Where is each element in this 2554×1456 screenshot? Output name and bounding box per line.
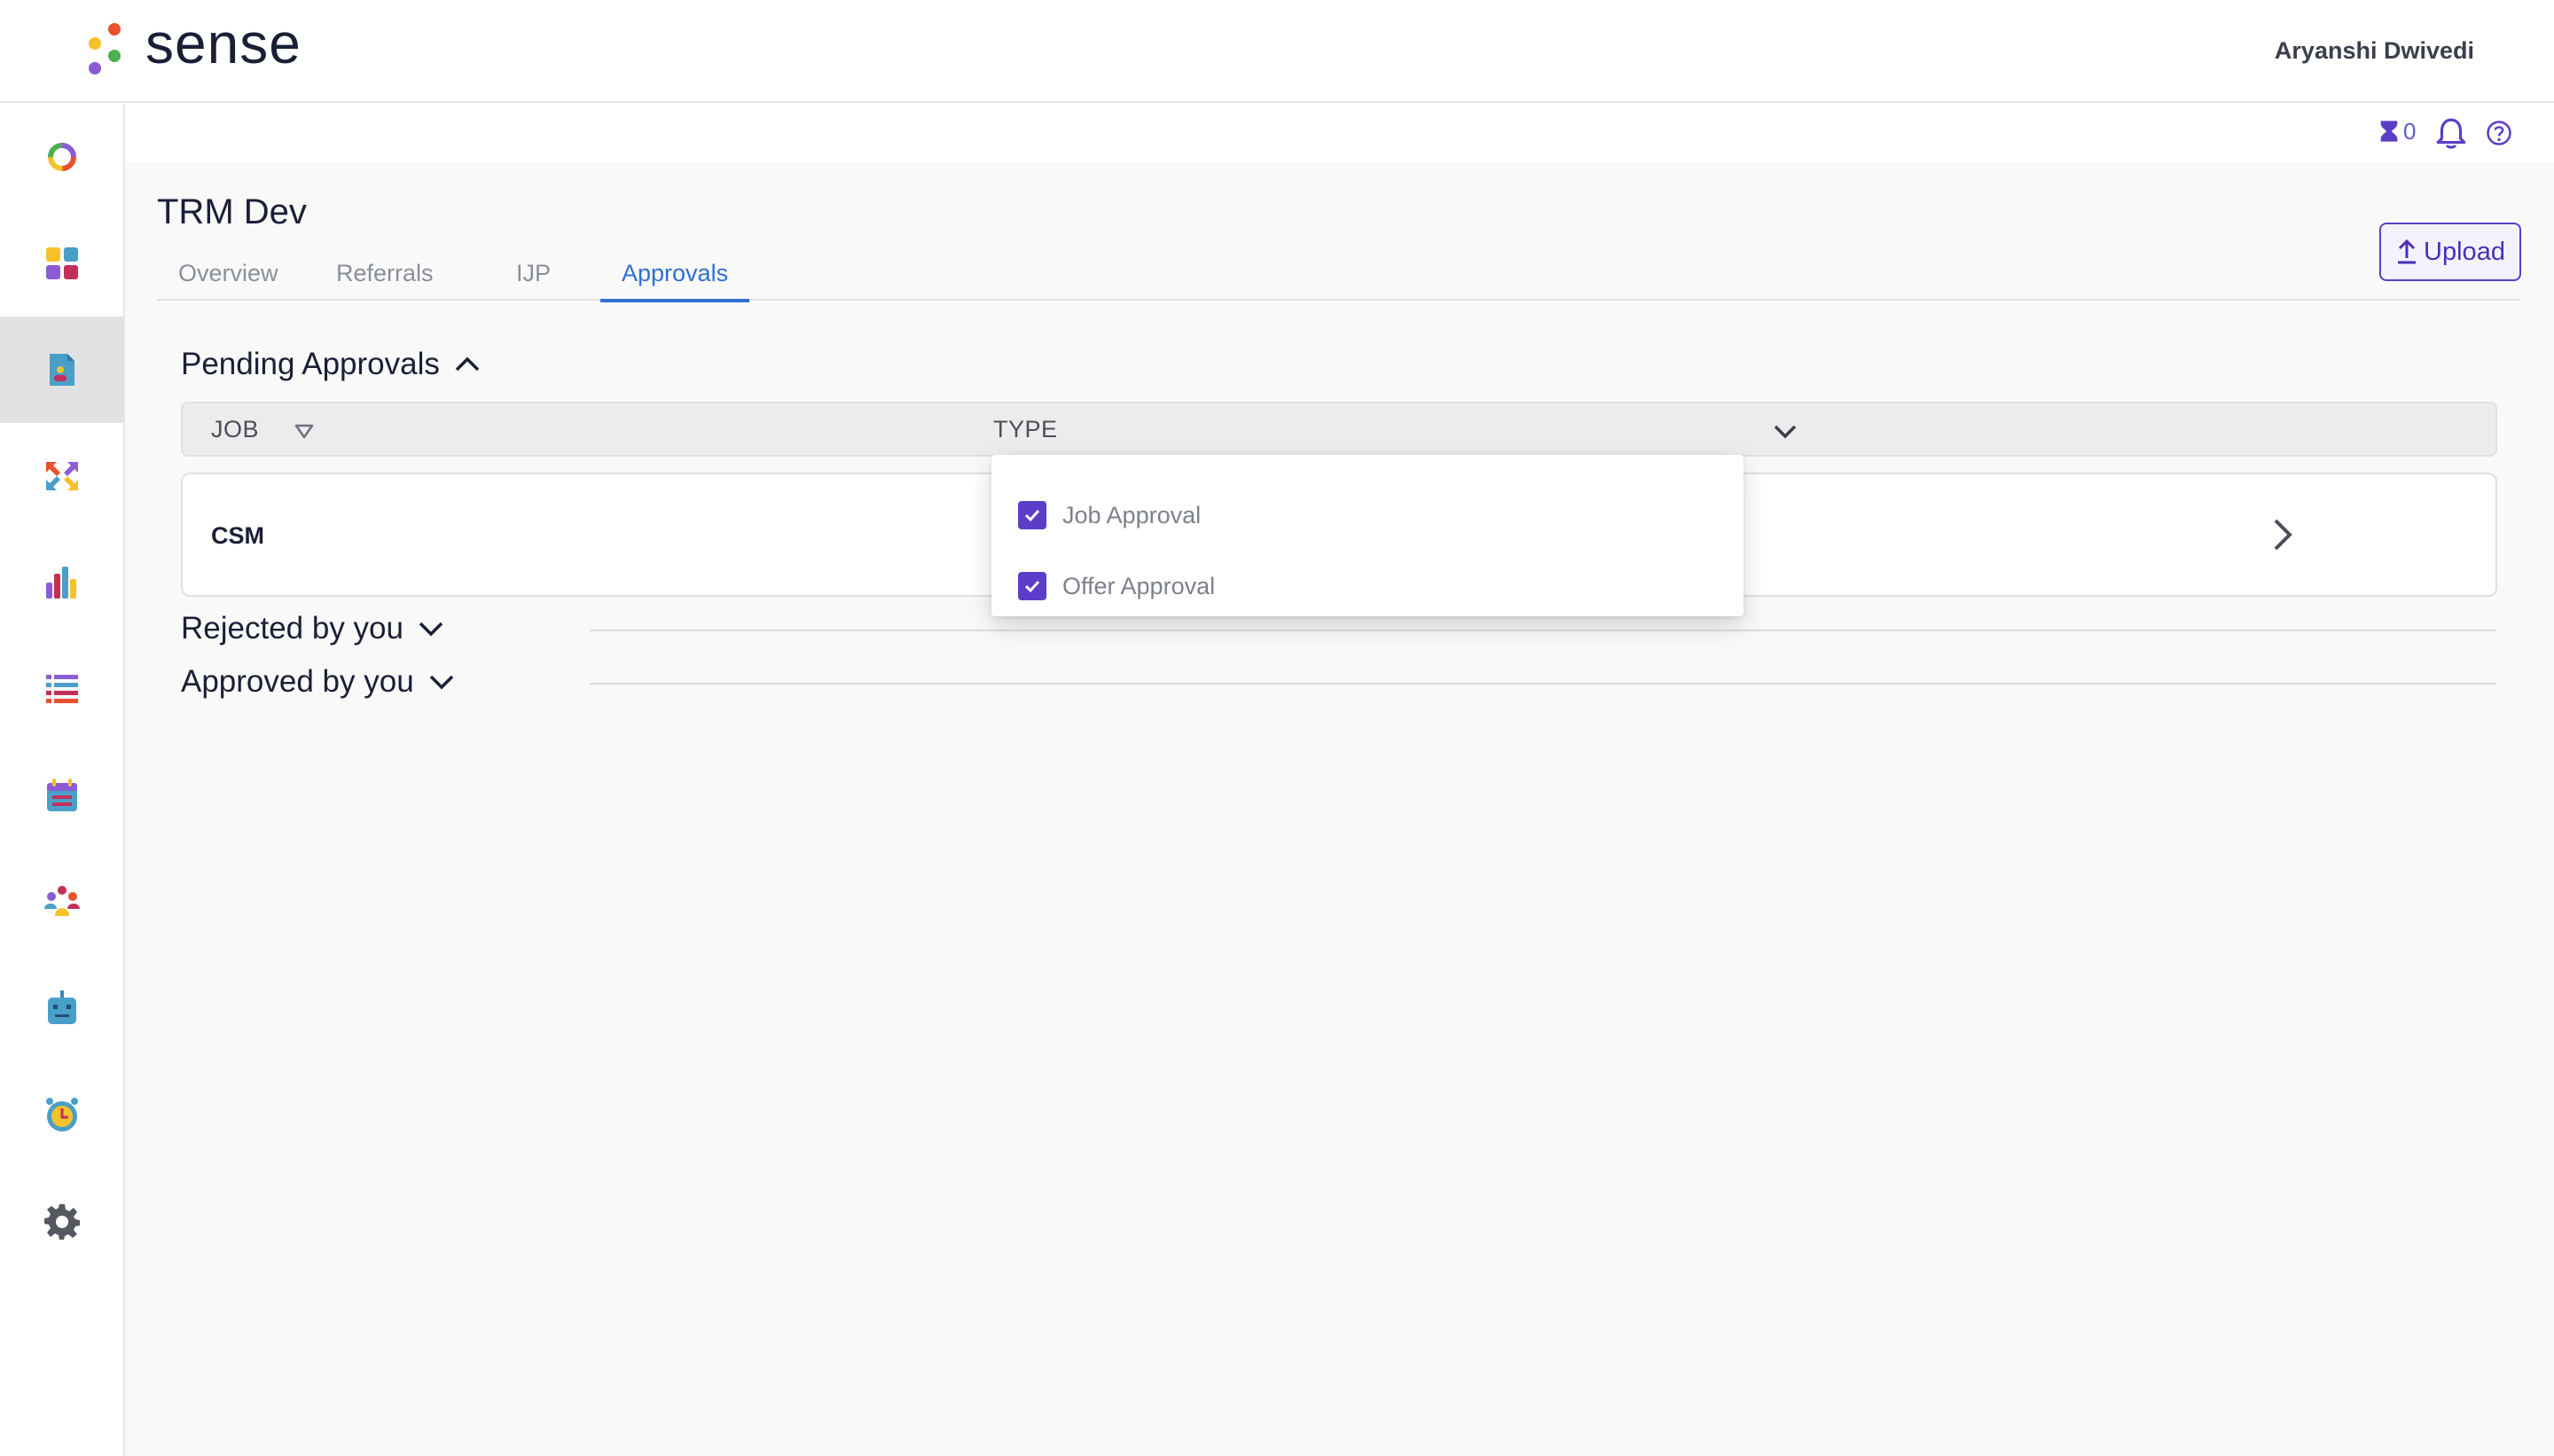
user-name[interactable]: Aryanshi Dwivedi [2275,37,2474,65]
utility-strip: 0 [125,104,2554,162]
sense-logo[interactable]: sense [83,12,302,78]
filter-option-label: Job Approval [1062,501,1202,528]
column-header-type[interactable]: TYPE [993,416,1058,443]
checkbox-job-approval[interactable] [1018,501,1046,529]
tab-referrals[interactable]: Referrals [315,254,455,301]
calendar-icon [46,779,77,811]
sidebar-item-referrals[interactable] [0,423,123,529]
rejected-by-you-toggle[interactable]: Rejected by you [181,611,446,646]
page-title: TRM Dev [157,192,307,231]
type-filter-dropdown: Job Approval Offer Approval [991,455,1743,616]
sidebar-item-calendar[interactable] [0,742,123,849]
approved-by-you-title: Approved by you [181,664,414,699]
alarm-clock-icon [45,1098,78,1131]
arrows-exchange-icon [45,462,78,490]
pending-approvals-toggle[interactable]: Pending Approvals [181,347,482,382]
sidebar-item-home[interactable] [0,104,123,210]
sidebar-item-lists[interactable] [0,636,123,742]
help-button[interactable] [2486,120,2512,146]
document-user-icon [49,354,74,386]
checkmark-icon [1024,509,1040,522]
sidebar-item-settings[interactable] [0,1168,123,1274]
tab-overview[interactable]: Overview [157,254,300,301]
sidebar-item-analytics[interactable] [0,529,123,636]
sidebar-item-requisitions[interactable] [0,317,123,423]
pending-approvals-title: Pending Approvals [181,347,440,381]
sidebar-item-dashboard[interactable] [0,210,123,317]
column-header-job[interactable]: JOB [211,416,259,443]
dashboard-grid-icon [45,247,78,279]
bot-icon [47,990,76,1024]
chevron-down-icon[interactable] [1770,416,1800,446]
chevron-right-icon[interactable] [2265,515,2300,554]
list-icon [45,675,78,703]
chevron-down-icon [429,675,453,690]
main-content: 0 TRM Dev Upload Overview Referrals IJP … [125,104,2554,1456]
notifications-button[interactable] [2434,116,2468,150]
approved-by-you-toggle[interactable]: Approved by you [181,664,457,700]
chevron-up-icon [455,356,480,372]
bell-icon [2436,118,2466,149]
checkmark-icon [1024,580,1040,593]
ring-chart-icon [47,143,76,171]
checkbox-offer-approval[interactable] [1018,572,1046,600]
top-bar: sense Aryanshi Dwivedi [0,0,2554,103]
pending-timer[interactable]: 0 [2377,116,2416,146]
table-header: JOB TYPE [181,402,2497,457]
sidebar-item-team[interactable] [0,849,123,955]
section-divider [590,630,2496,631]
logo-mark [83,18,126,76]
tab-ijp[interactable]: IJP [495,254,572,301]
logo-text: sense [145,12,302,75]
bar-chart-icon [45,567,76,599]
section-divider [590,683,2496,685]
filter-option-job-approval[interactable]: Job Approval [1018,496,1201,535]
sidebar [0,104,125,1456]
rejected-by-you-title: Rejected by you [181,611,403,646]
timer-count: 0 [2403,117,2417,145]
sort-triangle-icon[interactable] [293,419,316,442]
row-job-title: CSM [211,522,264,549]
help-icon [2487,121,2511,145]
filter-option-offer-approval[interactable]: Offer Approval [1018,567,1215,606]
sidebar-item-scheduler[interactable] [0,1061,123,1168]
hourglass-icon [2380,121,2398,142]
settings-gear-icon [43,1204,80,1240]
sidebar-item-bot[interactable] [0,955,123,1061]
tab-approvals[interactable]: Approvals [600,254,750,302]
chevron-down-icon [419,622,443,637]
tab-bar: Overview Referrals IJP Approvals [157,254,2520,302]
filter-option-label: Offer Approval [1062,572,1216,599]
team-icon [43,886,80,916]
